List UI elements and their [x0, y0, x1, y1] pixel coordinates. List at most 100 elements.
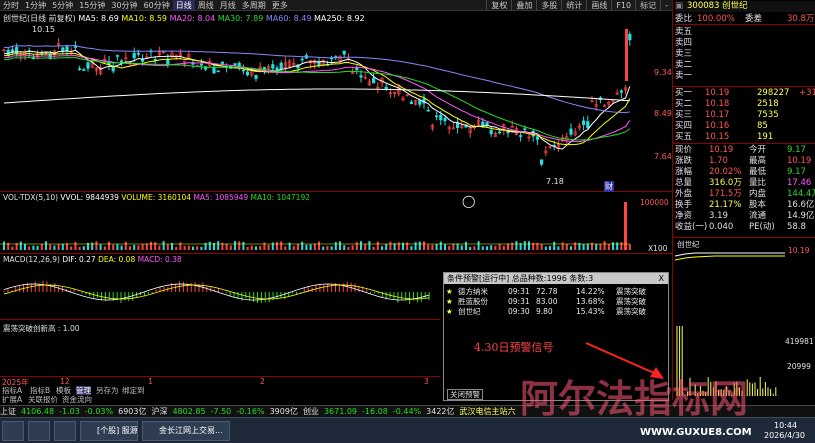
candle-body [569, 128, 573, 135]
close-alert-button[interactable]: 关闭预警 [447, 389, 483, 400]
volume-bar [32, 245, 35, 250]
taskbar-item[interactable]: [个股] 服源被... [80, 421, 138, 441]
quote-stat-row: 收益(一) 0.040 PE(动) 58.8 [675, 222, 815, 233]
alert-row[interactable]: ★ 德方纳米 09:31 72.78 14.22% 震荡突破 [446, 287, 646, 297]
buy-level-row: 买五 10.15 191 [675, 132, 815, 143]
signal-panel[interactable]: 震荡突破创新高 : 1.00 [0, 320, 440, 376]
tab-manage[interactable]: 管理 [76, 386, 91, 395]
volume-bar [175, 246, 178, 250]
toolbar-button[interactable]: 多股 [536, 0, 561, 11]
volume-bar [305, 244, 308, 250]
search-icon[interactable]: ▣ [675, 1, 683, 12]
taskbar: [个股] 服源被... 金长江网上交易... 阿尔法指标网 WWW.GUXUE8… [0, 376, 815, 443]
volume-bar [192, 246, 194, 250]
alert-row[interactable]: ★ 创世纪 09:30 9.80 15.43% 震荡突破 [446, 307, 646, 317]
stat-value: 9.17 [787, 167, 806, 177]
period-button[interactable]: 周线 [195, 0, 217, 11]
volume-bar [410, 246, 413, 250]
toolbar-button[interactable]: F10 [611, 0, 635, 11]
period-button[interactable]: 1分钟 [22, 0, 49, 11]
volume-bar [528, 241, 530, 250]
candle-body [111, 66, 115, 72]
volume-bar [70, 246, 73, 250]
buy-level-label: 买三 [675, 110, 693, 120]
date-label: 12 [60, 377, 70, 386]
volume-bar [368, 241, 371, 250]
kline-chart[interactable]: 创世纪(日线 前复权) MA5: 8.69 MA10: 8.59 MA20: 8… [0, 11, 672, 208]
tab-save-as[interactable]: 另存为 [96, 386, 119, 395]
period-button[interactable]: 多周期 [239, 0, 269, 11]
quote-stat-row: 换手 21.17% 股本 16.6亿 [675, 200, 815, 211]
volume-bar [288, 242, 291, 250]
stock-code-name[interactable]: 300083 创世纪 [687, 1, 748, 12]
volume-bar [612, 242, 614, 250]
period-button[interactable]: 月线 [217, 0, 239, 11]
volume-bar [427, 244, 430, 250]
macd-svg [3, 280, 430, 304]
quote-stat-row: 现价 10.19 今开 9.17 [675, 145, 815, 156]
alert-row[interactable]: ★ 胜蓝股份 09:31 83.00 13.68% 震荡突破 [446, 297, 646, 307]
alert-type: 震荡突破 [616, 307, 646, 316]
toolbar-button[interactable]: 画线 [586, 0, 611, 11]
stat-value: 3.19 [709, 211, 728, 221]
toolbar-button[interactable]: - [660, 0, 672, 11]
status-item: 4106.48 [21, 407, 55, 416]
volume-bar [322, 246, 325, 250]
period-button-daily[interactable]: 日线 [172, 0, 195, 11]
stat-value: 17.46 [787, 178, 812, 188]
volume-bar [284, 246, 287, 250]
alert-dialog-header[interactable]: 条件预警[运行中] 总品种数:1996 条数:3 X [444, 273, 668, 284]
macd-panel[interactable]: MACD(12,26,9) DIF: 0.27 DEA: 0.08 MACD: … [0, 254, 440, 320]
toolbar-button[interactable]: 叠加 [511, 0, 536, 11]
app-icon[interactable] [28, 421, 50, 441]
alert-type: 震荡突破 [616, 287, 646, 296]
intraday-avg-line [675, 255, 785, 261]
quote-stat-row: 净资 3.19 流通 14.9亿 [675, 211, 815, 222]
candle-body [233, 63, 237, 66]
volume-bar [229, 245, 232, 250]
tab-indicator-b[interactable]: 指标B [30, 386, 50, 395]
period-button[interactable]: 5分钟 [49, 0, 76, 11]
app-icon[interactable] [54, 421, 76, 441]
candle-body [434, 115, 439, 118]
alert-pct: 14.22% [576, 287, 605, 296]
start-button[interactable] [2, 421, 24, 441]
period-button[interactable]: 15分钟 [76, 0, 108, 11]
period-button[interactable]: 30分钟 [108, 0, 140, 11]
buy-change: +31 [799, 88, 815, 98]
period-button[interactable]: 60分钟 [141, 0, 173, 11]
toolbar-button[interactable]: 统计 [561, 0, 586, 11]
toolbar-button[interactable]: 标记 [635, 0, 660, 11]
candle-body [619, 90, 623, 93]
more-button[interactable]: 更多 [269, 0, 291, 11]
volume-bar [162, 241, 165, 250]
taskbar-item[interactable]: 金长江网上交易... [142, 421, 230, 441]
volume-bar [339, 241, 341, 250]
volume-bar [376, 241, 379, 250]
buy-level-row: 买三 10.17 7535 [675, 110, 815, 121]
volume-bar [628, 244, 631, 250]
tab-capital-flow[interactable]: 资金流向 [62, 395, 92, 404]
quote-panel: ▣ 300083 创世纪 委比 100.00% 委差 30.8万 创世纪 10.… [672, 0, 815, 400]
volume-panel[interactable]: VOL-TDX(5,10) VVOL: 9844939 VOLUME: 3160… [0, 192, 672, 254]
candle-body [246, 71, 250, 76]
period-button[interactable]: 分时 [0, 0, 22, 11]
tab-indicator-a[interactable]: 指标A [2, 386, 22, 395]
volume-bar [515, 241, 518, 250]
volume-bar [74, 242, 77, 250]
toolbar-button[interactable]: 复权 [486, 0, 511, 11]
tab-linked-quote[interactable]: 关联报价 [28, 395, 58, 404]
tab-bind-to[interactable]: 绑定到 [122, 386, 145, 395]
volume-bar [238, 241, 241, 250]
tab-template[interactable]: 模板 [56, 386, 71, 395]
stat-value: 0.040 [709, 222, 734, 232]
volume-bar [313, 243, 316, 250]
tab-extend-a[interactable]: 扩展A [2, 395, 22, 404]
volume-bar [561, 242, 564, 250]
alert-type: 震荡突破 [616, 297, 646, 306]
stat-label: 最高 [749, 156, 767, 166]
volume-bar [196, 246, 199, 250]
stat-label: 量比 [749, 178, 767, 188]
volume-bar [477, 241, 480, 250]
close-icon[interactable]: X [659, 273, 664, 284]
